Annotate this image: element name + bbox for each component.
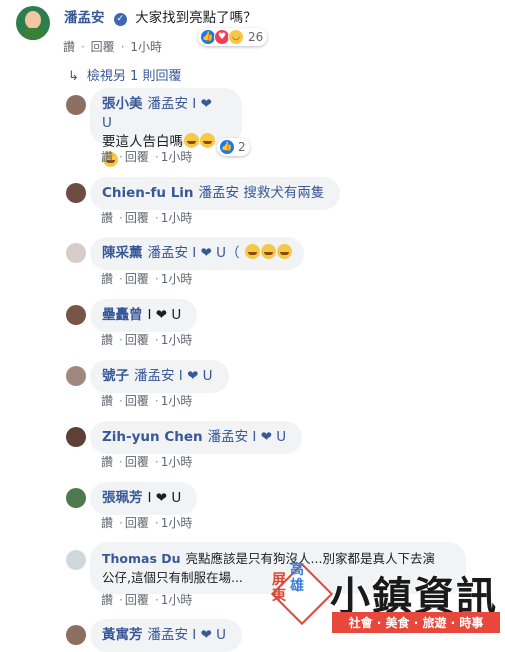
reply-arrow-icon: ↳: [68, 69, 79, 84]
reply-bubble: Zih-yun Chen 潘孟安 I ❤ U: [90, 421, 303, 454]
avatar[interactable]: [66, 488, 86, 508]
reply-bubble: 陳采薰 潘孟安 I ❤ U（: [90, 237, 304, 270]
timestamp[interactable]: 1小時: [130, 40, 162, 54]
verified-icon: ✓: [113, 13, 127, 26]
reply-actions: 讚 · 回覆 · 1小時: [101, 211, 193, 225]
main-comment: 潘孟安 ✓ 大家找到亮點了嗎？: [64, 9, 257, 28]
reply-link[interactable]: 回覆: [91, 40, 115, 54]
reaction-summary[interactable]: 👍 ♥ ◡ 26: [198, 28, 268, 46]
avatar[interactable]: [66, 183, 86, 203]
reply-actions: 讚 · 回覆 · 1小時: [101, 272, 193, 286]
laughing-emoji-icon: [260, 244, 276, 259]
like-link[interactable]: 讚: [63, 40, 75, 54]
reply-actions: 讚 · 回覆 · 1小時: [101, 455, 193, 469]
comment-text: 大家找到亮點了嗎？: [135, 10, 257, 26]
reply-bubble: 張珮芳 I ❤ U: [90, 482, 198, 515]
haha-reaction-icon: ◡: [228, 29, 244, 45]
laughing-emoji-icon: [200, 133, 215, 148]
avatar[interactable]: [66, 305, 86, 325]
comment-actions: 讚 · 回覆 · 1小時: [63, 40, 162, 54]
like-reaction-icon: 👍: [219, 139, 235, 155]
avatar[interactable]: [66, 366, 86, 386]
laughing-emoji-icon: [184, 133, 199, 148]
watermark-region-badge: 屏東 高雄: [268, 560, 334, 626]
avatar[interactable]: [16, 6, 50, 40]
reply-bubble: 黃寓芳 潘孟安 I ❤ U: [90, 619, 243, 652]
view-more-replies[interactable]: ↳ 檢視另 1 則回覆: [68, 65, 181, 84]
reaction-summary[interactable]: 👍 2: [217, 138, 250, 156]
reply-author[interactable]: 張小美: [102, 96, 143, 112]
comment-author[interactable]: 潘孟安: [64, 10, 105, 26]
reply-actions: 讚 · 回覆 · 1小時: [101, 516, 193, 530]
avatar[interactable]: [66, 625, 86, 645]
reaction-count: 26: [248, 30, 264, 44]
reply-bubble: 號子 潘孟安 I ❤ U: [90, 360, 229, 393]
reply-actions: 讚 · 回覆 · 1小時: [101, 333, 193, 347]
reply-bubble: Chien-fu Lin 潘孟安 搜救犬有兩隻: [90, 177, 341, 210]
reply-actions: 讚 · 回覆 · 1小時: [101, 150, 193, 164]
laughing-emoji-icon: [276, 244, 292, 259]
avatar[interactable]: [66, 95, 86, 115]
laughing-emoji-icon: [244, 244, 260, 259]
watermark-logo: 屏東 高雄 小鎮資訊 社會 · 美食 · 旅遊 · 時事: [268, 560, 505, 637]
reply-bubble: 壘矗曾 I ❤ U: [90, 299, 198, 332]
avatar[interactable]: [66, 427, 86, 447]
reply-actions: 讚 · 回覆 · 1小時: [101, 593, 193, 607]
avatar[interactable]: [66, 550, 86, 570]
avatar[interactable]: [66, 243, 86, 263]
reply-bubble: 張小美 潘孟安 I ❤ U 要這人告白嗎: [90, 88, 242, 167]
reply-actions: 讚 · 回覆 · 1小時: [101, 394, 193, 408]
